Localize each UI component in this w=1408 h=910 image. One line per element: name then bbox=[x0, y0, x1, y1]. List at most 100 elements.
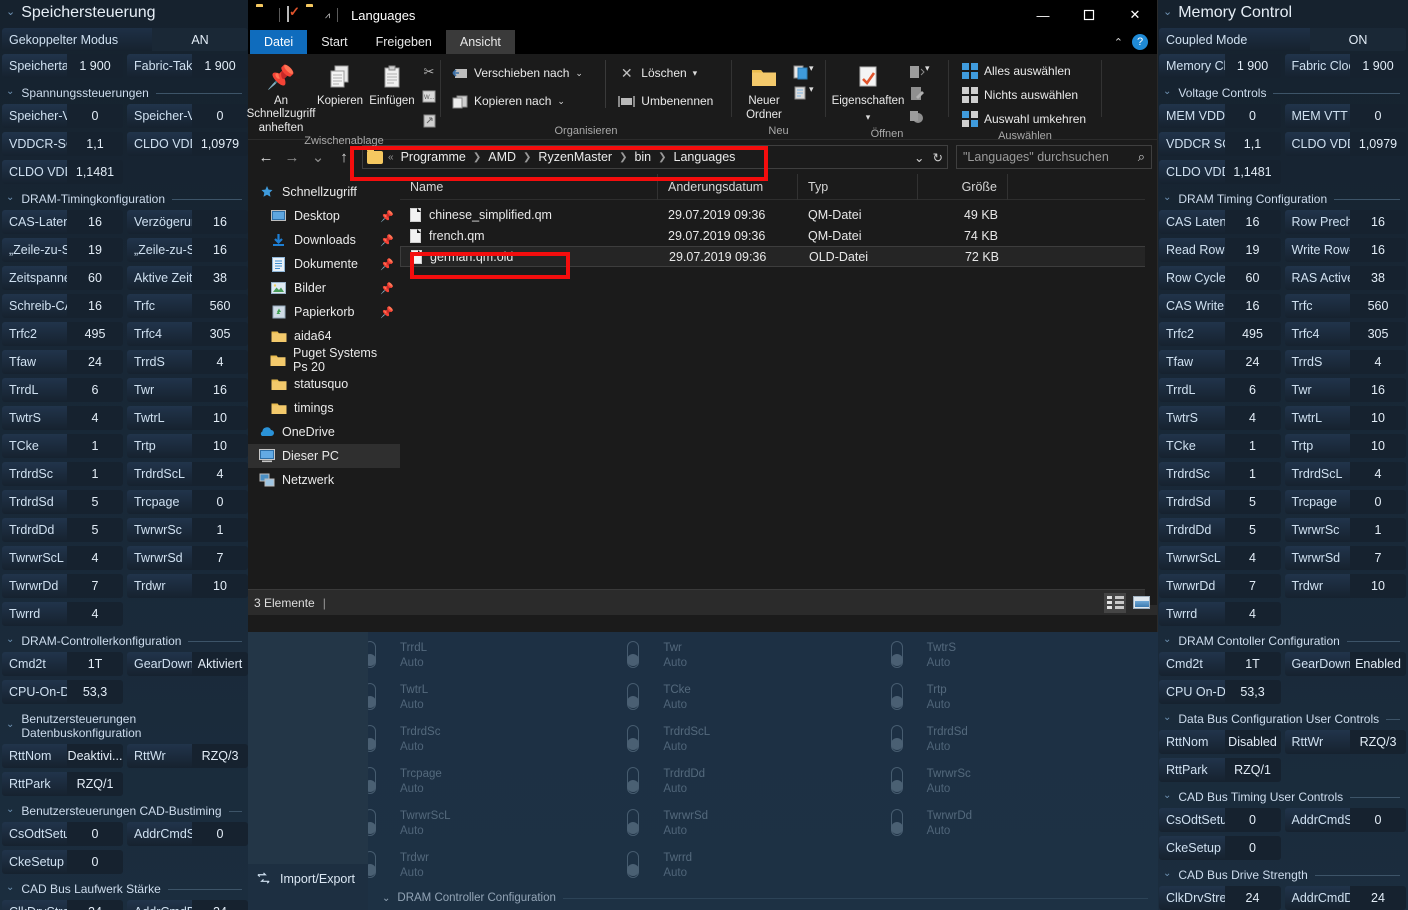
file-row[interactable]: chinese_simplified.qm 29.07.2019 09:36 QM-… bbox=[400, 204, 1158, 225]
chevron-down-icon[interactable]: ▾ bbox=[866, 111, 871, 124]
parameter-cell[interactable]: RttPark RZQ/1 bbox=[1159, 758, 1281, 782]
chevron-down-icon[interactable]: ⌄ bbox=[6, 87, 14, 97]
nav-item-onedrive[interactable]: OneDrive bbox=[248, 420, 400, 444]
parameter-cell[interactable]: CLDO VDDP1,0979 bbox=[127, 132, 248, 156]
new-folder-button[interactable]: Neuer Ordner bbox=[738, 58, 790, 122]
group-header[interactable]: ⌄ Data Bus Configuration User Controls bbox=[1157, 708, 1408, 730]
parameter-cell[interactable]: Trtp 10 bbox=[1284, 434, 1406, 458]
parameter-cell[interactable]: TrdrdDd 5 bbox=[2, 518, 123, 542]
parameter-cell[interactable]: Twrrd 4 bbox=[1159, 602, 1281, 626]
nav-item-schnellzugriff[interactable]: Schnellzugriff bbox=[248, 180, 400, 204]
parameter-cell[interactable]: ClkDrvStren24 bbox=[1159, 886, 1281, 910]
parameter-cell[interactable]: Row Cycle T...60 bbox=[1159, 266, 1281, 290]
parameter-cell[interactable]: RttWr RZQ/3 bbox=[127, 744, 248, 768]
new-folder-icon[interactable] bbox=[306, 7, 322, 23]
properties-icon[interactable] bbox=[287, 6, 303, 23]
parameter-cell[interactable]: CPU On-Die...53,3 bbox=[1159, 680, 1281, 704]
parameter-cell[interactable]: Speicher-VTT0 bbox=[127, 104, 248, 128]
search-icon[interactable]: ⌕ bbox=[1138, 149, 1145, 165]
parameter-cell[interactable]: Cmd2t 1T bbox=[2, 652, 123, 676]
group-header[interactable]: ⌄ Benutzersteuerungen CAD-Bustiming bbox=[0, 800, 250, 822]
nav-item-papierkorb[interactable]: Papierkorb 📌 bbox=[248, 300, 400, 324]
nav-item-statusquo[interactable]: statusquo bbox=[248, 372, 400, 396]
parameter-cell[interactable]: Speicher-V...0 bbox=[2, 104, 123, 128]
nav-item-downloads[interactable]: Downloads 📌 bbox=[248, 228, 400, 252]
parameter-cell[interactable]: Trfc4 305 bbox=[1284, 322, 1406, 346]
history-icon[interactable] bbox=[906, 106, 928, 128]
parameter-cell[interactable]: Twr 16 bbox=[1284, 378, 1406, 402]
invert-selection-button[interactable]: Auswahl umkehren bbox=[957, 108, 1090, 130]
nav-item-puget-systems-ps-20[interactable]: Puget Systems Ps 20 bbox=[248, 346, 400, 374]
large-icons-view-button[interactable] bbox=[1130, 593, 1152, 613]
parameter-cell[interactable]: TwrwrScL 4 bbox=[2, 546, 123, 570]
group-header[interactable]: ⌄ DRAM-Controllerkonfiguration bbox=[0, 630, 250, 652]
breadcrumb-ryzenmaster[interactable]: RyzenMaster bbox=[536, 150, 614, 164]
parameter-cell[interactable]: TwtrS 4 bbox=[1159, 406, 1281, 430]
nav-item-timings[interactable]: timings bbox=[248, 396, 400, 420]
group-header[interactable]: ⌄ DRAM Timing Configuration bbox=[1157, 188, 1408, 210]
parameter-cell[interactable]: Tfaw 24 bbox=[2, 350, 123, 374]
select-all-button[interactable]: Alles auswählen bbox=[957, 60, 1090, 82]
properties-button[interactable]: Eigenschaften ▾ bbox=[830, 58, 906, 124]
parameter-cell[interactable]: Row Precha...16 bbox=[1284, 210, 1406, 234]
parameter-cell[interactable]: TrdrdScL 4 bbox=[127, 462, 248, 486]
file-row[interactable]: french.qm 29.07.2019 09:36 QM-Datei 74 KB bbox=[400, 225, 1158, 246]
parameter-cell[interactable]: Zeitspanne ...60 bbox=[2, 266, 123, 290]
parameter-cell[interactable]: Trdwr 10 bbox=[1284, 574, 1406, 598]
minimize-button[interactable]: — bbox=[1020, 0, 1066, 30]
group-header[interactable]: ⌄ CAD Bus Drive Strength bbox=[1157, 864, 1408, 886]
chevron-down-icon[interactable]: ⌄ bbox=[6, 635, 14, 645]
nav-item-dokumente[interactable]: Dokumente 📌 bbox=[248, 252, 400, 276]
chevron-down-icon[interactable]: ⌄ bbox=[6, 6, 15, 18]
parameter-cell[interactable]: RttNom Disabled bbox=[1159, 730, 1281, 754]
parameter-cell[interactable]: CAS-Latenz16 bbox=[2, 210, 123, 234]
parameter-cell[interactable]: CLDO VDDG1,1481 bbox=[2, 160, 123, 184]
chevron-down-icon[interactable]: ▾ bbox=[693, 68, 698, 79]
chevron-down-icon[interactable]: ⌄ bbox=[1163, 6, 1172, 18]
coupled-mode-row-right[interactable]: Coupled Mode ON bbox=[1159, 28, 1406, 51]
pin-icon[interactable]: 📌 bbox=[380, 234, 394, 247]
breadcrumb-overflow[interactable]: « bbox=[388, 152, 394, 163]
file-row[interactable]: german.qm.old 29.07.2019 09:36 OLD-Datei 72… bbox=[400, 246, 1158, 267]
tab-start[interactable]: Start bbox=[307, 30, 361, 54]
folder-icon[interactable] bbox=[256, 7, 272, 23]
parameter-cell[interactable]: TwrwrSc 1 bbox=[1284, 518, 1406, 542]
address-bar[interactable]: « Programme ❯ AMD ❯ RyzenMaster ❯ bin ❯ … bbox=[362, 145, 948, 169]
nav-item-dieser-pc[interactable]: Dieser PC bbox=[248, 444, 400, 468]
cut-icon[interactable]: ✂ bbox=[418, 61, 440, 83]
parameter-cell[interactable]: TrrdL 6 bbox=[2, 378, 123, 402]
group-header[interactable]: ⌄ Spannungssteuerungen bbox=[0, 82, 250, 104]
group-header[interactable]: ⌄ DRAM-Timingkonfiguration bbox=[0, 188, 250, 210]
chevron-down-icon[interactable]: ▾ bbox=[925, 63, 947, 74]
parameter-cell[interactable]: Read Row-...19 bbox=[1159, 238, 1281, 262]
chevron-down-icon[interactable]: ⌄ bbox=[914, 150, 924, 165]
chevron-down-icon[interactable]: ⌄ bbox=[1163, 869, 1171, 879]
parameter-cell[interactable]: Trcpage 0 bbox=[127, 490, 248, 514]
parameter-cell[interactable]: „Zeile-zu-Sp...19 bbox=[2, 238, 123, 262]
chevron-down-icon[interactable]: ⌄ bbox=[1163, 791, 1171, 801]
parameter-cell[interactable]: Trfc2 495 bbox=[1159, 322, 1281, 346]
memory-clock-cell[interactable]: Speichertak... 1 900 bbox=[2, 54, 123, 78]
parameter-cell[interactable]: TwrwrDd 7 bbox=[2, 574, 123, 598]
paste-shortcut-icon[interactable] bbox=[418, 109, 440, 131]
tab-ansicht[interactable]: Ansicht bbox=[445, 30, 515, 54]
parameter-cell[interactable]: Twrrd 4 bbox=[2, 602, 123, 626]
parameter-cell[interactable]: Aktive Zeits...38 bbox=[127, 266, 248, 290]
parameter-cell[interactable]: Trfc 560 bbox=[1284, 294, 1406, 318]
rename-button[interactable]: Umbenennen bbox=[614, 88, 731, 114]
parameter-cell[interactable]: CAS Write L...16 bbox=[1159, 294, 1281, 318]
parameter-cell[interactable]: TrdrdSc 1 bbox=[1159, 462, 1281, 486]
parameter-cell[interactable]: MEM VDDIO0 bbox=[1159, 104, 1281, 128]
parameter-cell[interactable]: „Zeile-zu-Sp...16 bbox=[127, 238, 248, 262]
pin-icon[interactable]: 📌 bbox=[380, 306, 394, 319]
parameter-cell[interactable]: Tfaw 24 bbox=[1159, 350, 1281, 374]
parameter-cell[interactable]: CAS Latency16 bbox=[1159, 210, 1281, 234]
parameter-cell[interactable]: TrdrdSc 1 bbox=[2, 462, 123, 486]
parameter-cell[interactable]: Twr 16 bbox=[127, 378, 248, 402]
parameter-cell[interactable]: TwrwrScL 4 bbox=[1159, 546, 1281, 570]
memory-clock-cell[interactable]: Memory Clock 1 900 bbox=[1159, 54, 1281, 78]
nav-item-aida64[interactable]: aida64 bbox=[248, 324, 400, 348]
breadcrumb-amd[interactable]: AMD bbox=[486, 150, 518, 164]
nav-item-netzwerk[interactable]: Netzwerk bbox=[248, 468, 400, 492]
parameter-cell[interactable]: AddrCmdSe...0 bbox=[1284, 808, 1406, 832]
